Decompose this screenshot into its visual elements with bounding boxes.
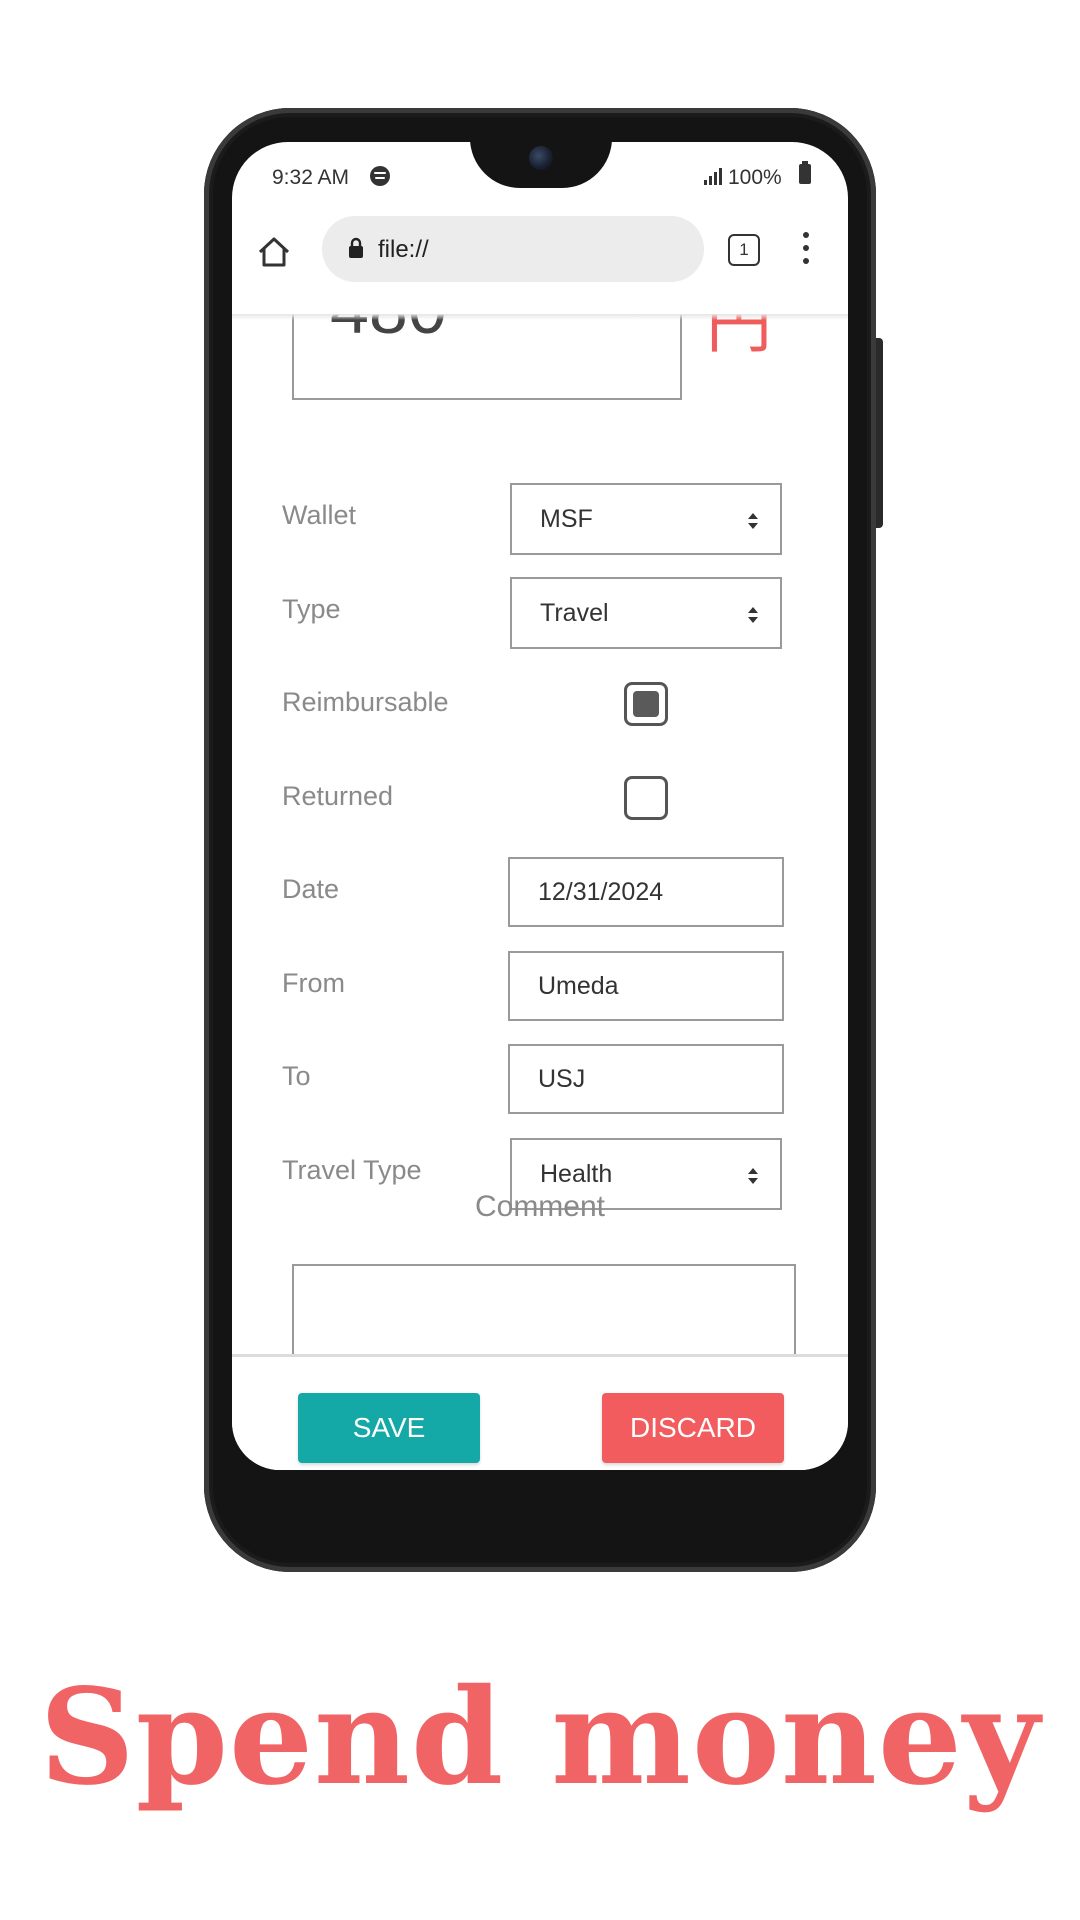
browser-toolbar: file:// 1: [232, 204, 848, 314]
wallet-value: MSF: [540, 505, 593, 533]
to-field[interactable]: USJ: [508, 1044, 784, 1114]
address-bar[interactable]: file://: [322, 216, 704, 282]
lock-icon: [349, 237, 363, 258]
select-arrows-icon: [748, 607, 758, 623]
promo-caption: Spend money: [39, 1660, 1041, 1815]
home-icon[interactable]: [256, 234, 292, 270]
discard-button[interactable]: DISCARD: [602, 1393, 784, 1463]
from-field[interactable]: Umeda: [508, 951, 784, 1021]
phone-frame: 9:32 AM 100% file:// 1 円 Wallet MSF Type…: [204, 108, 883, 1572]
overflow-menu-icon[interactable]: [802, 232, 810, 266]
front-camera-icon: [529, 146, 553, 170]
to-value: USJ: [538, 1065, 586, 1093]
type-select[interactable]: Travel: [510, 577, 782, 649]
type-value: Travel: [540, 599, 609, 627]
comment-label: Comment: [474, 1190, 606, 1223]
returned-checkbox[interactable]: [624, 776, 668, 820]
save-button[interactable]: SAVE: [298, 1393, 480, 1463]
url-text: file://: [378, 236, 429, 263]
date-value: 12/31/2024: [538, 878, 664, 906]
from-label: From: [282, 968, 345, 998]
wallet-select[interactable]: MSF: [510, 483, 782, 555]
travel-type-label: Travel Type: [282, 1155, 422, 1185]
date-label: Date: [282, 874, 340, 904]
phone-screen: 9:32 AM 100% file:// 1 円 Wallet MSF Type…: [232, 142, 848, 1470]
travel-type-value: Health: [540, 1160, 613, 1188]
reimbursable-label: Reimbursable: [282, 687, 449, 717]
action-footer: SAVE DISCARD: [232, 1354, 848, 1470]
type-label: Type: [282, 594, 341, 624]
select-arrows-icon: [748, 1168, 758, 1184]
toolbar-shadow: [232, 314, 848, 320]
spend-form: 480 円 Wallet MSF Type Travel: [232, 142, 848, 1470]
select-arrows-icon: [748, 513, 758, 529]
to-label: To: [282, 1061, 311, 1091]
promo-screenshot: 9:32 AM 100% file:// 1 円 Wallet MSF Type…: [0, 0, 1080, 1920]
date-field[interactable]: 12/31/2024: [508, 857, 784, 927]
power-button: [876, 338, 883, 528]
reimbursable-checkbox[interactable]: [624, 682, 668, 726]
returned-label: Returned: [282, 781, 394, 811]
tabs-icon[interactable]: 1: [728, 234, 760, 266]
wallet-label: Wallet: [282, 500, 357, 530]
from-value: Umeda: [538, 972, 619, 1000]
